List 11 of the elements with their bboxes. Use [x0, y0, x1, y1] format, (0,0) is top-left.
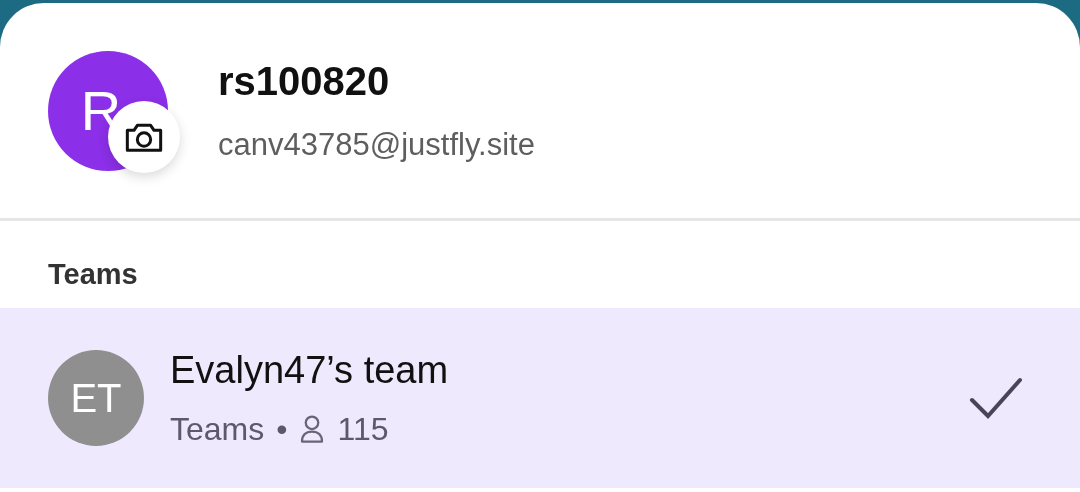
team-name: Evalyn47’s team [170, 348, 450, 394]
section-heading: Teams [48, 256, 138, 292]
team-type: Teams [170, 409, 265, 449]
team-row[interactable]: ET Evalyn47’s team Teams • 115 [0, 308, 1080, 488]
email: canv43785@justfly.site [218, 126, 535, 165]
username: rs100820 [218, 58, 391, 106]
team-avatar: ET [48, 350, 144, 446]
member-count: 115 [337, 409, 389, 449]
separator-dot: • [276, 409, 288, 449]
person-icon [299, 413, 326, 444]
check-icon [968, 376, 1024, 420]
